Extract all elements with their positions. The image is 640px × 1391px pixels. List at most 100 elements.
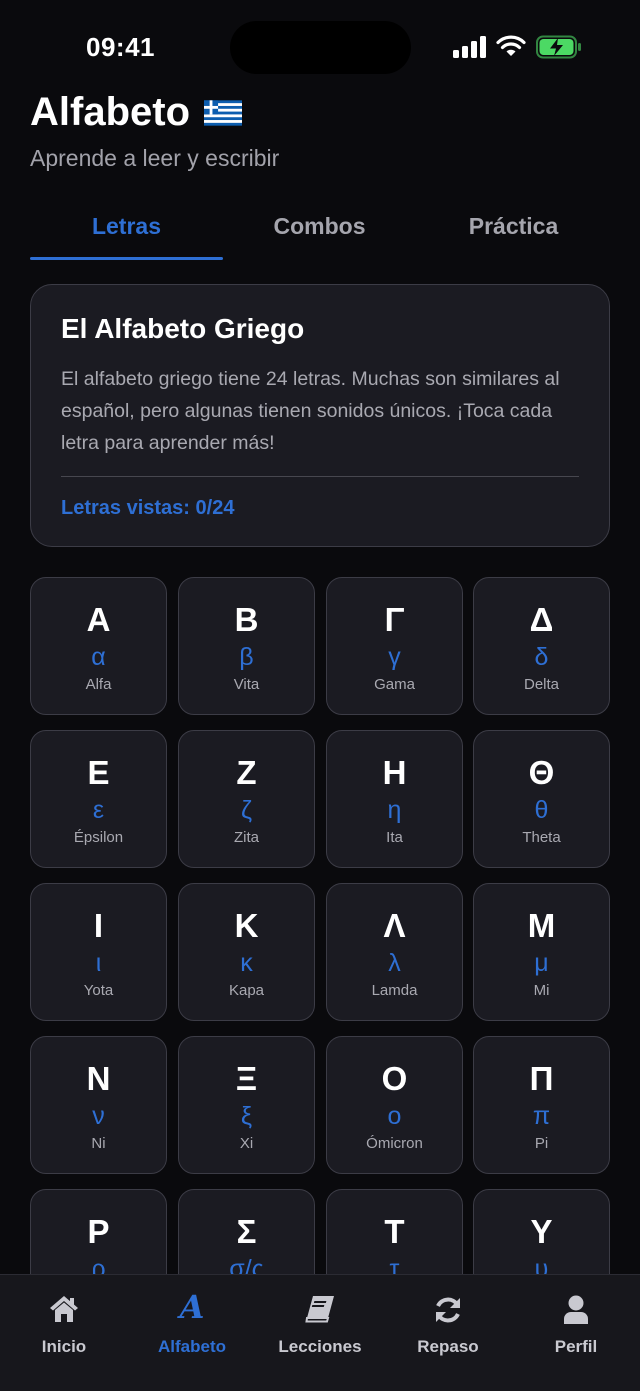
tab-label: Práctica [468,213,559,239]
status-time: 09:41 [86,32,155,62]
letter-lowercase: ξ [240,1102,253,1130]
letter-uppercase: Μ [527,907,556,944]
letter-name: Ita [386,829,403,846]
letter-card[interactable]: Κκ Kapa [178,883,315,1021]
letter-lowercase: α [91,643,106,671]
letter-card[interactable]: Εε Épsilon [30,730,167,868]
letter-lowercase: τ [389,1255,400,1274]
letter-uppercase: Ο [381,1060,408,1097]
letter-lowercase: π [532,1102,551,1130]
cellular-signal-icon [453,36,486,58]
nav-inicio[interactable]: Inicio [0,1275,128,1375]
page-subtitle: Aprende a leer y escribir [30,145,280,171]
refresh-icon [436,1297,460,1323]
user-icon [564,1295,588,1324]
letter-card[interactable]: Ρρ [30,1189,167,1274]
letter-uppercase: Ξ [235,1060,258,1097]
alpha-icon: A [179,1288,205,1326]
letter-uppercase: Ρ [87,1213,110,1250]
letter-lowercase: η [387,796,402,824]
letter-lowercase: ρ [91,1255,106,1274]
letter-lowercase: δ [534,643,549,671]
nav-lecciones[interactable]: Lecciones [256,1275,384,1375]
nav-perfil[interactable]: Perfil [512,1275,640,1375]
nav-label: Alfabeto [158,1337,226,1356]
letter-card[interactable]: Σσ/ς [178,1189,315,1274]
card-description: El alfabeto griego tiene 24 letras. Much… [61,368,560,454]
letter-lowercase: λ [388,949,401,977]
page-title: Alfabeto [30,90,190,134]
nav-label: Lecciones [278,1337,362,1356]
letter-card[interactable]: Λλ Lamda [326,883,463,1021]
page-header: Alfabeto Aprende a leer y escribir [30,90,279,172]
letter-lowercase: ε [92,796,105,824]
tab-label: Combos [273,213,366,239]
letter-card[interactable]: Νν Ni [30,1036,167,1174]
letter-lowercase: σ/ς [229,1255,264,1274]
letter-lowercase: κ [240,949,253,977]
tab-label: Letras [91,213,162,239]
letter-card[interactable]: Ββ Vita [178,577,315,715]
letter-name: Épsilon [73,829,124,846]
letter-lowercase: υ [534,1255,549,1274]
letter-card[interactable]: Γγ Gama [326,577,463,715]
letter-card[interactable]: Ππ Pi [473,1036,610,1174]
nav-label: Repaso [417,1337,479,1356]
tab-combos[interactable]: Combos [223,200,416,260]
title-row: Alfabeto [30,90,279,135]
dynamic-island [230,21,411,74]
nav-label: Perfil [554,1337,598,1356]
home-icon [50,1296,78,1322]
tab-letras[interactable]: Letras [30,200,223,260]
wifi-icon [496,35,526,56]
letter-name: Zita [233,829,259,846]
letter-uppercase: Β [234,601,259,638]
letter-uppercase: Δ [529,601,554,638]
letter-name: Vita [233,676,260,693]
tab-practica[interactable]: Práctica [417,200,610,260]
letter-grid: Αα Alfa Ββ Vita Γγ Gama Δδ Delta Εε Épsilon Ζζ Zita… [30,577,610,1274]
letter-card[interactable]: Υυ [473,1189,610,1274]
letter-lowercase: μ [534,949,549,977]
letter-card[interactable]: Θθ Theta [473,730,610,868]
letter-card[interactable]: Ζζ Zita [178,730,315,868]
letter-uppercase: Υ [530,1213,553,1250]
letter-name: Ómicron [366,1135,423,1152]
nav-repaso[interactable]: Repaso [384,1275,512,1375]
greece-flag-icon [204,99,242,126]
letter-uppercase: Π [529,1060,554,1097]
status-bar: 09:41 [0,0,640,96]
active-tab-underline [30,257,223,260]
letter-lowercase: ζ [240,796,253,824]
letter-card[interactable]: Ξξ Xi [178,1036,315,1174]
letter-uppercase: Ε [87,754,110,791]
battery-charging-icon [536,35,581,59]
letter-uppercase: Σ [236,1213,257,1250]
letter-card[interactable]: Ττ [326,1189,463,1274]
letter-card[interactable]: Μμ Mi [473,883,610,1021]
letter-name: Ni [91,1135,106,1152]
letter-lowercase: γ [388,643,401,671]
card-title: El Alfabeto Griego [61,313,305,344]
letter-uppercase: Η [382,754,407,791]
letter-card[interactable]: Ηη Ita [326,730,463,868]
letter-name: Yota [83,982,114,999]
segment-tabs: Letras Combos Práctica [30,200,610,260]
book-icon [305,1296,334,1323]
letter-lowercase: θ [534,796,549,824]
letter-uppercase: Κ [234,907,259,944]
letter-card[interactable]: Ιι Yota [30,883,167,1021]
letter-name: Pi [534,1135,549,1152]
letter-card[interactable]: Αα Alfa [30,577,167,715]
letter-uppercase: Ζ [236,754,257,791]
letter-lowercase: ο [387,1102,402,1130]
letter-name: Alfa [85,676,112,693]
letter-lowercase: ι [95,949,102,977]
nav-label: Inicio [41,1337,87,1356]
nav-alfabeto[interactable]: A Alfabeto [128,1275,256,1375]
letters-seen-counter: Letras vistas: 0/24 [61,497,235,519]
letter-name: Delta [523,676,560,693]
letter-card[interactable]: Οο Ómicron [326,1036,463,1174]
letter-name: Gama [374,676,415,693]
letter-card[interactable]: Δδ Delta [473,577,610,715]
